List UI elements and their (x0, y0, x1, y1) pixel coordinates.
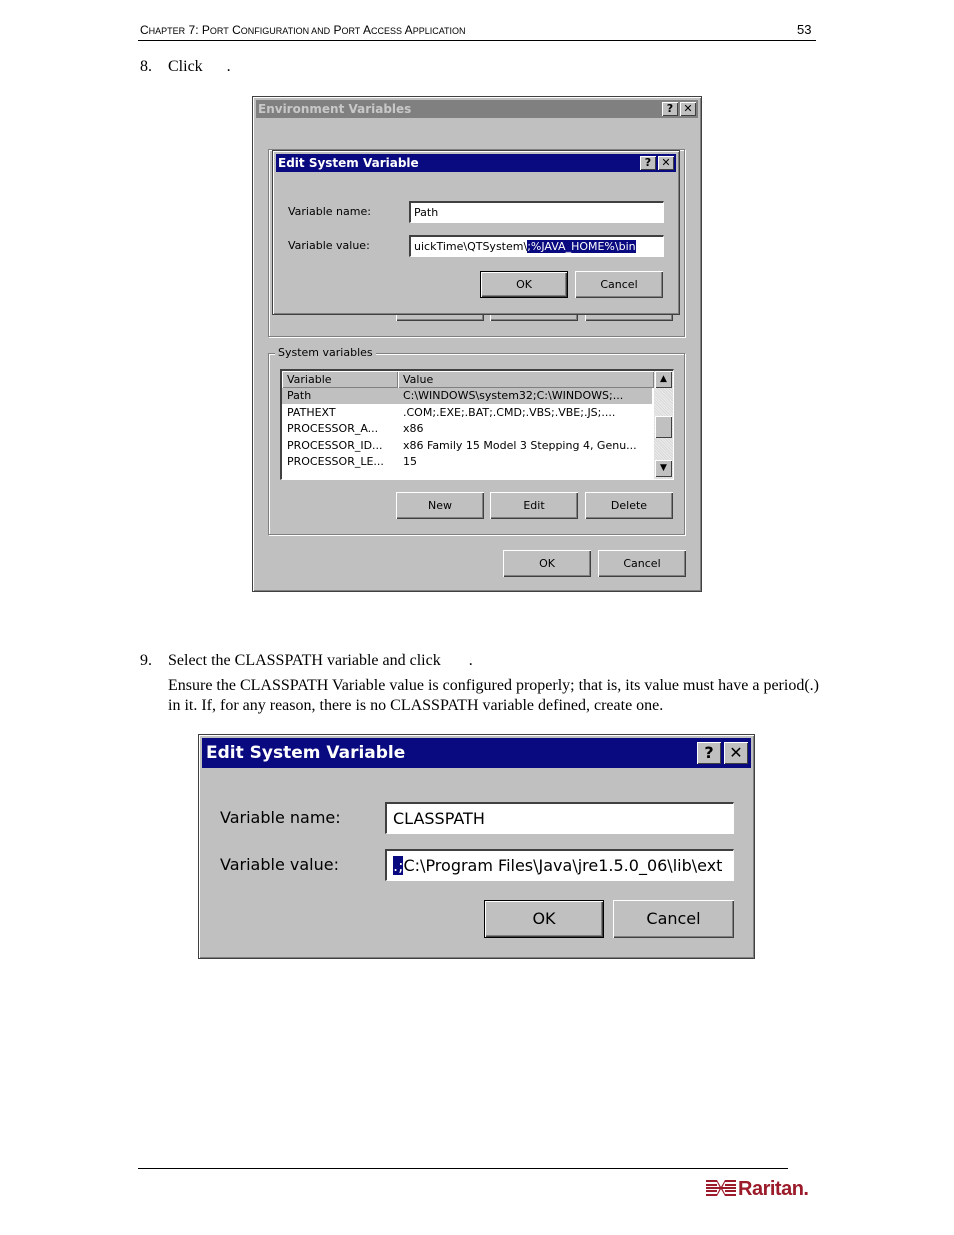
help-button[interactable]: ? (697, 742, 721, 764)
system-new-button[interactable]: New (396, 492, 484, 519)
system-variables-label: System variables (275, 346, 376, 359)
table-row[interactable]: PROCESSOR_LE... 15 (282, 454, 652, 470)
raritan-logo: Raritan. (706, 1178, 809, 1201)
table-row[interactable]: Path C:\WINDOWS\system32;C:\WINDOWS;... (282, 388, 652, 404)
table-row[interactable]: PATHEXT .COM;.EXE;.BAT;.CMD;.VBS;.VBE;.JS… (282, 405, 652, 421)
step-text: Click . (168, 58, 231, 75)
step-number: 8. (140, 58, 152, 75)
edit-titlebar: Edit System Variable ? ✕ (202, 738, 751, 768)
step-number: 9. (140, 652, 152, 669)
help-button[interactable]: ? (662, 102, 678, 116)
edit-cancel-button[interactable]: Cancel (575, 271, 663, 298)
variable-cell: PROCESSOR_LE... (287, 455, 384, 468)
value-cell: x86 Family 15 Model 3 Stepping 4, Genu..… (403, 438, 637, 452)
step-9: 9. Select the CLASSPATH variable and cli… (140, 651, 640, 671)
footer-rule (138, 1168, 788, 1169)
value-cell: x86 (403, 422, 424, 435)
raritan-logo-icon (706, 1180, 736, 1196)
variable-value-label: Variable value: (220, 855, 339, 874)
edit-title: Edit System Variable (278, 156, 419, 170)
env-title: Environment Variables (258, 102, 412, 116)
help-button[interactable]: ? (640, 156, 656, 170)
edit-ok-button[interactable]: OK (480, 271, 568, 298)
logo-text: Raritan. (738, 1178, 809, 1200)
step-text: Select the CLASSPATH variable and click … (168, 652, 473, 669)
table-row[interactable]: PROCESSOR_A... x86 (282, 421, 652, 437)
selected-text: ;%JAVA_HOME%\bin (527, 240, 636, 253)
variable-name-input[interactable]: CLASSPATH (385, 802, 734, 834)
step-9-note: Ensure the CLASSPATH Variable value is c… (168, 677, 819, 714)
variable-cell: PATHEXT (287, 405, 336, 419)
variable-cell: Path (287, 389, 312, 402)
chapter-title: CHAPTER 7: PORT CONFIGURATION AND PORT A… (140, 23, 466, 37)
step-8: 8. Click . (140, 57, 440, 77)
env-cancel-button[interactable]: Cancel (598, 550, 686, 577)
scroll-down-button[interactable]: ▼ (655, 460, 672, 477)
variable-cell: PROCESSOR_A... (287, 422, 379, 435)
env-ok-button[interactable]: OK (503, 550, 591, 577)
column-header-variable[interactable]: Variable (282, 371, 398, 388)
scroll-up-button[interactable]: ▲ (655, 371, 672, 388)
variable-value-input[interactable]: uickTime\QTSystem\;%JAVA_HOME%\bin (409, 235, 664, 257)
variable-name-label: Variable name: (220, 808, 341, 827)
variable-cell: PROCESSOR_ID... (287, 438, 383, 452)
value-cell: C:\WINDOWS\system32;C:\WINDOWS;... (403, 389, 624, 402)
edit-titlebar: Edit System Variable ? ✕ (276, 154, 676, 172)
close-button[interactable]: ✕ (680, 102, 696, 116)
variable-name-input[interactable]: Path (409, 201, 664, 223)
page-number: 53 (797, 22, 812, 37)
header-rule (138, 40, 816, 41)
scrollbar-thumb[interactable] (655, 416, 672, 438)
system-edit-button[interactable]: Edit (490, 492, 578, 519)
close-button[interactable]: ✕ (724, 742, 748, 764)
value-cell: .COM;.EXE;.BAT;.CMD;.VBS;.VBE;.JS;.... (403, 405, 616, 419)
edit-system-variable-dialog-classpath: Edit System Variable ? ✕ Variable name: … (198, 734, 755, 959)
edit-system-variable-dialog-path: Edit System Variable ? ✕ Variable name: … (272, 150, 680, 315)
selected-text: .; (393, 856, 404, 875)
system-variables-list[interactable]: Variable Value Path C:\WINDOWS\system32;C… (280, 369, 674, 480)
edit-title: Edit System Variable (206, 743, 406, 763)
edit-cancel-button[interactable]: Cancel (613, 900, 734, 938)
close-button[interactable]: ✕ (658, 156, 674, 170)
value-cell: 15 (403, 455, 417, 468)
column-header-value[interactable]: Value (398, 371, 654, 388)
env-titlebar: Environment Variables ? ✕ (256, 100, 698, 118)
edit-ok-button[interactable]: OK (484, 900, 604, 938)
system-delete-button[interactable]: Delete (585, 492, 673, 519)
variable-value-input[interactable]: .;C:\Program Files\Java\jre1.5.0_06\lib\… (385, 849, 734, 881)
variable-value-label: Variable value: (288, 239, 370, 252)
variable-name-label: Variable name: (288, 205, 371, 218)
table-row[interactable]: PROCESSOR_ID... x86 Family 15 Model 3 Ste… (282, 438, 652, 454)
